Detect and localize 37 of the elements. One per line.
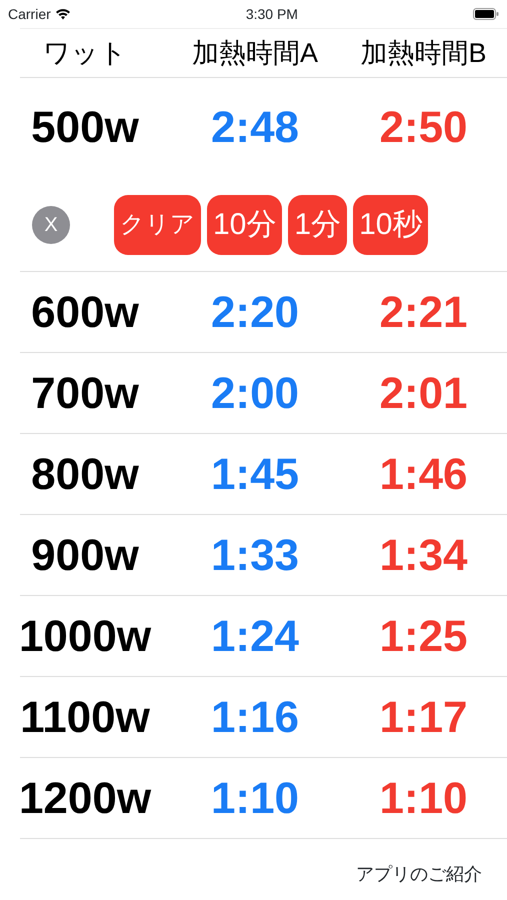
wattage-cell-text: 800w [30, 448, 140, 500]
time-button[interactable]: 1分 [288, 194, 348, 254]
wattage-cell-text: 1000w [18, 610, 152, 662]
time-a-cell-text: 1:45 [210, 448, 300, 500]
time-button[interactable]: 10分 [207, 194, 282, 254]
time-b-cell-text: 2:01 [378, 368, 469, 420]
time-b-cell-text: 1:17 [378, 692, 469, 744]
wifi-icon [54, 8, 71, 20]
time-a-cell-text: 1:24 [210, 610, 300, 662]
status-time: 3:30 PM [246, 4, 298, 24]
column-header: 加熱時間B [359, 36, 488, 70]
wattage-cell-text: 1200w [18, 772, 152, 824]
time-a-cell-text: 2:48 [210, 102, 300, 154]
time-a-cell-text: 1:10 [210, 772, 300, 824]
carrier-label: Carrier [8, 4, 51, 24]
time-button[interactable]: 10秒 [353, 194, 428, 254]
battery-icon [472, 8, 499, 20]
column-header: ワット [42, 36, 128, 70]
time-b-cell-text: 1:46 [378, 448, 469, 500]
table-row[interactable]: 500w 2:48 2:50 [0, 78, 507, 178]
time-b-cell-text: 2:21 [378, 286, 469, 338]
app-info-link[interactable]: アプリのご紹介 [0, 839, 507, 888]
wattage-cell-text: 700w [30, 368, 140, 420]
time-b-cell-text: 1:34 [378, 530, 469, 582]
time-a-cell-text: 2:00 [210, 368, 300, 420]
time-b-cell-text: 1:25 [378, 610, 469, 662]
wattage-cell-text: 900w [30, 530, 140, 582]
wattage-cell-text: 600w [30, 286, 140, 338]
time-a-cell-text: 2:20 [210, 286, 300, 338]
wattage-cell-text: 500w [30, 102, 140, 154]
time-button[interactable]: クリア [114, 194, 201, 254]
wattage-cell-text: 1100w [19, 692, 151, 744]
time-b-cell-text: 1:10 [378, 772, 469, 824]
time-b-cell-text: 2:50 [378, 102, 469, 154]
time-a-cell-text: 1:33 [210, 530, 300, 582]
column-header: 加熱時間A [190, 36, 319, 70]
time-a-cell-text: 1:16 [210, 692, 300, 744]
